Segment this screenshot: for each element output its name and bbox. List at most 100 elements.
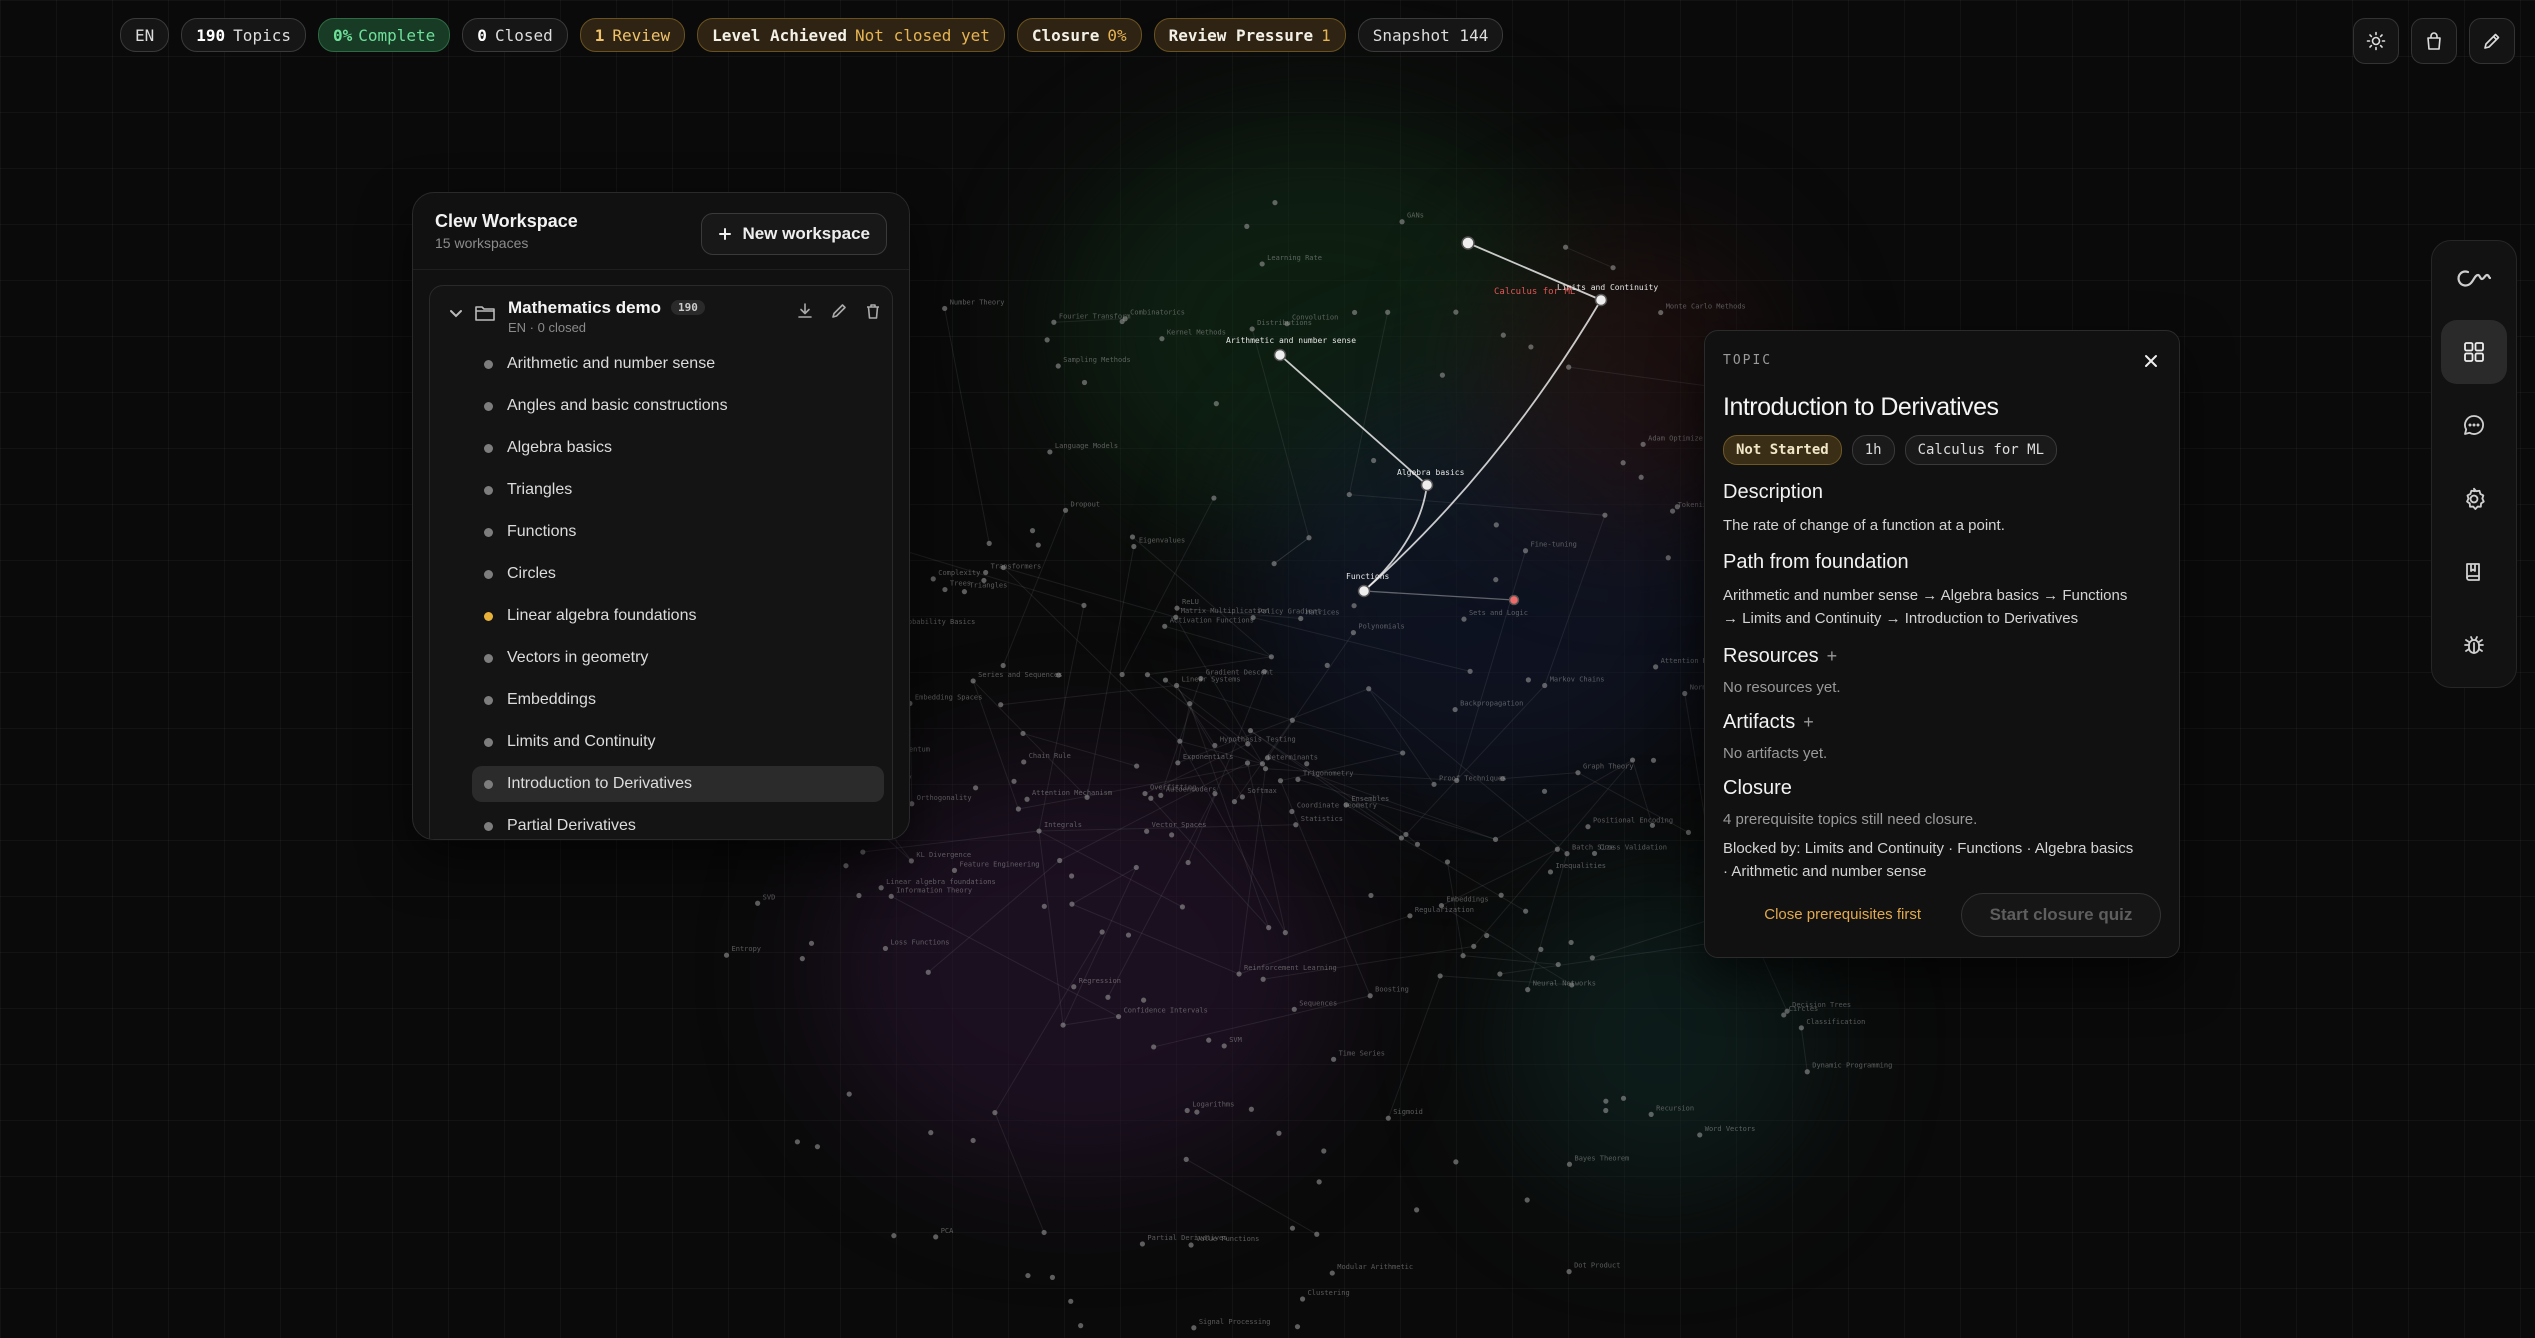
- graph-node[interactable]: [1011, 778, 1017, 784]
- graph-node[interactable]: [951, 867, 958, 873]
- graph-node[interactable]: [1134, 763, 1140, 769]
- graph-node[interactable]: [1162, 677, 1169, 683]
- graph-node[interactable]: [1589, 955, 1595, 961]
- graph-node[interactable]: [1444, 859, 1451, 865]
- graph-node[interactable]: [1648, 1111, 1654, 1117]
- graph-node[interactable]: [1798, 1025, 1804, 1031]
- graph-node[interactable]: [1169, 832, 1175, 838]
- graph-node[interactable]: [1187, 700, 1193, 707]
- graph-node[interactable]: [1174, 605, 1180, 611]
- graph-node[interactable]: [1439, 372, 1446, 378]
- graph-node[interactable]: [1555, 961, 1561, 968]
- graph-node[interactable]: [1041, 903, 1047, 909]
- graph-node[interactable]: [1398, 835, 1405, 841]
- graph-node[interactable]: [1212, 791, 1218, 797]
- graph-node[interactable]: [1081, 602, 1087, 609]
- graph-node[interactable]: [1244, 223, 1250, 229]
- graph-node[interactable]: [1467, 668, 1473, 674]
- graph-node[interactable]: [1497, 971, 1503, 977]
- graph-node[interactable]: [882, 945, 889, 952]
- graph-node[interactable]: [1044, 337, 1050, 343]
- graph-node[interactable]: [1099, 929, 1105, 935]
- graph-node[interactable]: [1414, 841, 1421, 847]
- graph-node[interactable]: [1105, 994, 1111, 1000]
- graph-node[interactable]: [1471, 943, 1477, 949]
- graph-node[interactable]: [1298, 615, 1304, 622]
- graph-node[interactable]: [1414, 1207, 1420, 1213]
- path-node[interactable]: [1357, 584, 1371, 598]
- graph-node[interactable]: [1585, 824, 1591, 830]
- new-workspace-button[interactable]: New workspace: [701, 213, 887, 255]
- graph-node[interactable]: [1437, 973, 1443, 979]
- graph-node[interactable]: [1566, 1161, 1573, 1167]
- graph-node[interactable]: [986, 540, 992, 546]
- graph-node[interactable]: [928, 1130, 934, 1136]
- graph-node[interactable]: [1158, 792, 1164, 798]
- graph-node[interactable]: [1276, 1130, 1282, 1136]
- graph-node[interactable]: [723, 952, 730, 958]
- graph-node[interactable]: [1179, 904, 1186, 910]
- graph-node[interactable]: [970, 1137, 976, 1144]
- graph-node[interactable]: [1289, 1225, 1296, 1231]
- graph-node[interactable]: [1185, 859, 1191, 866]
- graph-node[interactable]: [1610, 265, 1616, 271]
- graph-node[interactable]: [1133, 864, 1139, 871]
- graph-node[interactable]: [1407, 913, 1413, 919]
- rail-logo-button[interactable]: [2441, 247, 2507, 310]
- pencil-icon[interactable]: [830, 302, 848, 320]
- graph-node[interactable]: [846, 1091, 852, 1097]
- graph-node[interactable]: [1603, 1107, 1609, 1114]
- topic-list-item[interactable]: Algebra basics: [472, 430, 884, 466]
- graph-node[interactable]: [1272, 200, 1278, 206]
- graph-node[interactable]: [1291, 1006, 1297, 1012]
- topic-list-item[interactable]: Vectors in geometry: [472, 640, 884, 676]
- graph-node[interactable]: [799, 956, 805, 962]
- graph-node[interactable]: [1653, 664, 1659, 670]
- graph-node[interactable]: [1277, 778, 1284, 784]
- graph-node[interactable]: [1221, 1043, 1227, 1049]
- graph-node[interactable]: [1498, 892, 1504, 898]
- topic-list-item[interactable]: Functions: [472, 514, 884, 550]
- graph-node[interactable]: [1148, 795, 1154, 801]
- graph-node[interactable]: [814, 1144, 821, 1150]
- graph-node[interactable]: [1177, 738, 1183, 744]
- graph-node[interactable]: [1674, 504, 1680, 510]
- graph-node[interactable]: [1191, 1325, 1197, 1331]
- graph-node[interactable]: [1245, 741, 1251, 747]
- close-button[interactable]: [2139, 349, 2163, 373]
- graph-node[interactable]: [925, 969, 931, 975]
- graph-node[interactable]: [1371, 457, 1377, 464]
- graph-node[interactable]: [970, 678, 976, 684]
- graph-node[interactable]: [1542, 682, 1548, 689]
- start-closure-quiz-button[interactable]: Start closure quiz: [1961, 893, 2161, 937]
- graph-node[interactable]: [1289, 717, 1295, 723]
- add-resource-icon[interactable]: +: [1827, 646, 1838, 666]
- graph-node[interactable]: [1566, 1269, 1572, 1275]
- graph-node[interactable]: [1314, 1231, 1320, 1237]
- graph-node[interactable]: [1367, 993, 1373, 999]
- graph-node[interactable]: [1078, 1323, 1084, 1329]
- graph-node[interactable]: [1620, 460, 1626, 466]
- graph-node[interactable]: [1658, 309, 1664, 316]
- graph-node[interactable]: [1324, 662, 1330, 668]
- graph-node[interactable]: [1194, 1109, 1200, 1115]
- graph-node[interactable]: [1682, 690, 1688, 697]
- graph-node[interactable]: [1036, 828, 1042, 834]
- topic-list-item[interactable]: Triangles: [472, 472, 884, 508]
- graph-node[interactable]: [1020, 730, 1026, 737]
- topic-list-item[interactable]: Embeddings: [472, 682, 884, 718]
- graph-node[interactable]: [891, 1233, 897, 1239]
- path-node[interactable]: [1594, 293, 1608, 307]
- graph-node[interactable]: [1119, 671, 1125, 678]
- graph-node[interactable]: [1024, 796, 1030, 802]
- graph-node[interactable]: [1452, 706, 1458, 713]
- graph-node[interactable]: [1620, 1095, 1627, 1101]
- graph-node[interactable]: [1129, 534, 1136, 540]
- graph-node[interactable]: [1351, 603, 1357, 609]
- graph-node[interactable]: [1492, 836, 1499, 843]
- graph-node[interactable]: [1454, 777, 1460, 784]
- add-artifact-icon[interactable]: +: [1803, 712, 1814, 732]
- graph-node[interactable]: [1294, 1324, 1301, 1330]
- graph-node[interactable]: [1071, 984, 1077, 990]
- graph-node[interactable]: [1069, 873, 1075, 879]
